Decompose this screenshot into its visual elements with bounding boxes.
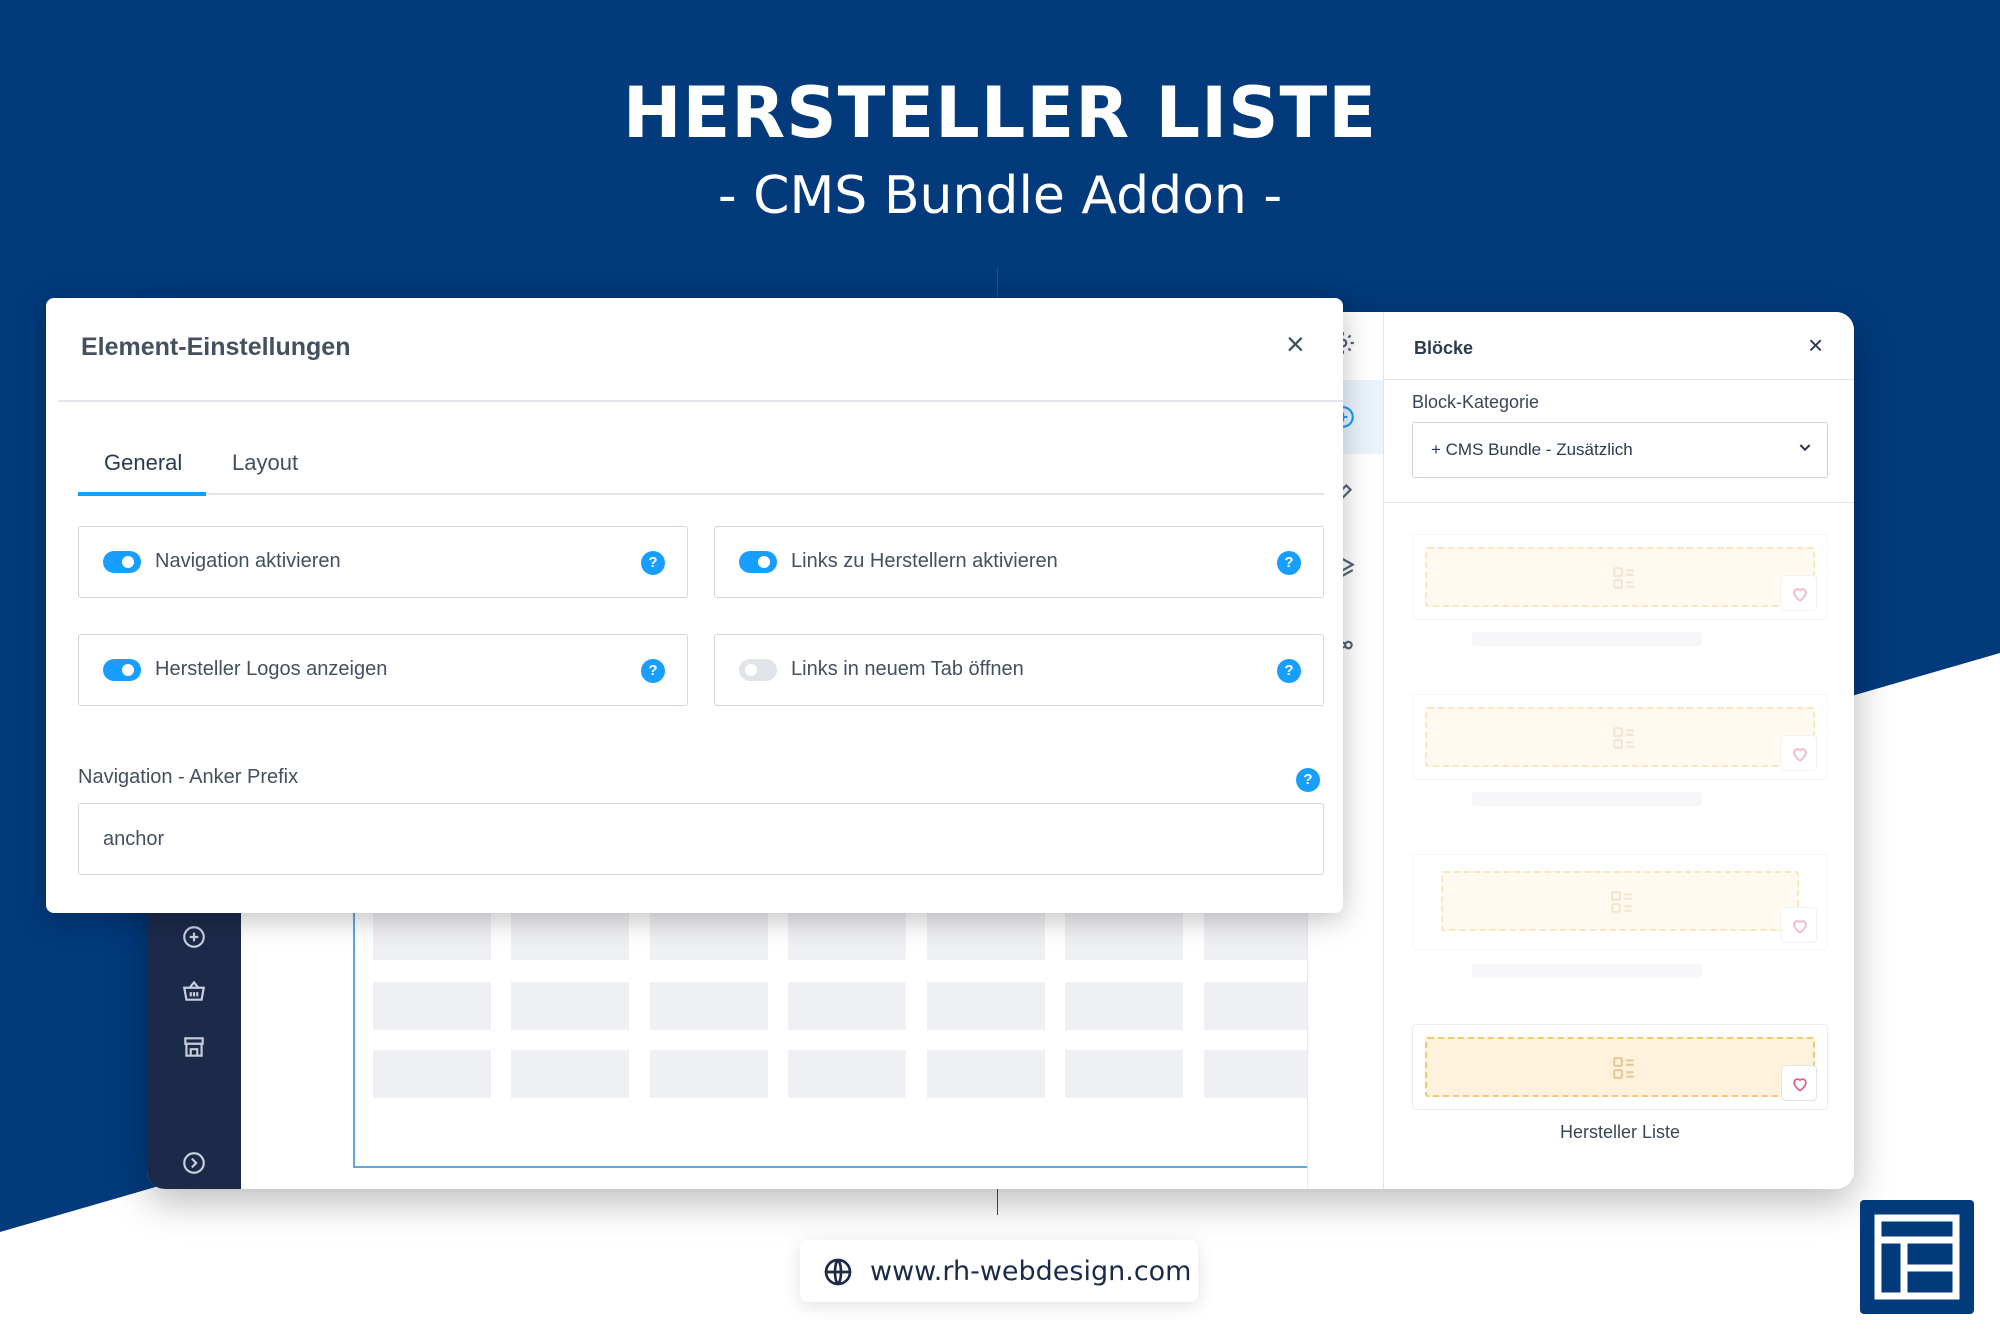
show-logos-toggle[interactable] xyxy=(103,659,141,681)
divider xyxy=(1384,502,1854,503)
plus-circle-icon[interactable] xyxy=(181,924,207,950)
block-category-select[interactable]: + CMS Bundle - Zusätzlich xyxy=(1412,422,1828,478)
blocks-panel-title: Blöcke xyxy=(1414,338,1474,358)
block-preview xyxy=(1425,1037,1815,1097)
logo-placeholder xyxy=(511,982,629,1030)
logo-placeholder xyxy=(1065,1050,1183,1098)
block-category-label: Block-Kategorie xyxy=(1412,392,1540,412)
block-label-placeholder xyxy=(1472,632,1702,646)
logo-placeholder xyxy=(511,1050,629,1098)
logo-placeholder xyxy=(1204,912,1322,960)
help-icon[interactable]: ? xyxy=(1296,768,1320,792)
modal-close-button[interactable]: × xyxy=(1286,328,1305,360)
logo-placeholder xyxy=(927,982,1045,1030)
new-tab-toggle[interactable] xyxy=(739,659,777,681)
website-url: www.rh-webdesign.com xyxy=(870,1256,1192,1287)
option-label: Links in neuem Tab öffnen xyxy=(791,658,1024,680)
globe-icon xyxy=(822,1256,854,1288)
option-show-logos: Hersteller Logos anzeigen ? xyxy=(78,634,688,706)
logo-placeholder xyxy=(788,1050,906,1098)
block-card-label: Hersteller Liste xyxy=(1559,1122,1681,1142)
blocks-panel-header: Blöcke × xyxy=(1384,312,1854,380)
logo-placeholder xyxy=(1204,1050,1322,1098)
option-label: Navigation aktivieren xyxy=(155,550,341,572)
option-navigation-enabled: Navigation aktivieren ? xyxy=(78,526,688,598)
block-label-placeholder xyxy=(1472,964,1702,978)
block-preview xyxy=(1425,547,1815,607)
modal-title: Element-Einstellungen xyxy=(81,333,351,361)
logo-placeholder xyxy=(373,912,491,960)
manufacturer-list-block-frame[interactable] xyxy=(353,872,1383,1168)
connector-line xyxy=(997,1189,998,1215)
logo-placeholder xyxy=(788,912,906,960)
logo-placeholder xyxy=(650,1050,768,1098)
active-tab-indicator xyxy=(78,492,206,496)
help-icon[interactable]: ? xyxy=(641,659,665,683)
store-icon[interactable] xyxy=(181,1034,207,1060)
block-preview xyxy=(1425,707,1815,767)
option-label: Hersteller Logos anzeigen xyxy=(155,658,388,680)
heart-icon[interactable] xyxy=(1781,907,1817,943)
blocks-close-button[interactable]: × xyxy=(1808,332,1823,358)
page-subtitle: - CMS Bundle Addon - xyxy=(717,166,1283,226)
block-category-value: + CMS Bundle - Zusätzlich xyxy=(1431,440,1633,459)
option-new-tab: Links in neuem Tab öffnen ? xyxy=(714,634,1324,706)
element-settings-modal: Element-Einstellungen × General Layout N… xyxy=(46,298,1343,913)
tab-layout[interactable]: Layout xyxy=(232,450,298,476)
help-icon[interactable]: ? xyxy=(641,551,665,575)
block-label-placeholder xyxy=(1472,792,1702,806)
block-grid-icon xyxy=(1611,725,1637,751)
navigation-toggle[interactable] xyxy=(103,551,141,573)
option-label: Links zu Herstellern aktivieren xyxy=(791,550,1058,572)
logo-placeholder xyxy=(1065,912,1183,960)
block-card[interactable] xyxy=(1412,534,1828,620)
tab-general[interactable]: General xyxy=(104,450,182,476)
option-manufacturer-links: Links zu Herstellern aktivieren ? xyxy=(714,526,1324,598)
page-title: HERSTELLER LISTE xyxy=(622,72,1378,154)
anchor-prefix-input[interactable] xyxy=(78,803,1324,875)
block-grid-icon xyxy=(1611,565,1637,591)
block-card[interactable] xyxy=(1412,694,1828,780)
logo-placeholder xyxy=(650,982,768,1030)
logo-placeholder xyxy=(927,1050,1045,1098)
help-icon[interactable]: ? xyxy=(1277,551,1301,575)
layout-icon xyxy=(1874,1214,1960,1300)
block-card-slider[interactable] xyxy=(1412,854,1828,950)
divider xyxy=(58,400,1343,402)
website-badge[interactable]: www.rh-webdesign.com xyxy=(800,1240,1198,1302)
logo-placeholder xyxy=(650,912,768,960)
basket-icon[interactable] xyxy=(181,978,207,1004)
chevron-down-icon xyxy=(1797,439,1813,455)
block-preview xyxy=(1441,871,1799,931)
brand-logo xyxy=(1860,1200,1974,1314)
block-card-manufacturer-list[interactable] xyxy=(1412,1024,1828,1110)
logo-placeholder xyxy=(373,982,491,1030)
heart-icon[interactable] xyxy=(1781,735,1817,771)
anchor-prefix-label: Navigation - Anker Prefix xyxy=(78,766,299,788)
tabs-baseline xyxy=(78,493,1324,495)
logo-placeholder xyxy=(788,982,906,1030)
block-grid-icon xyxy=(1611,1055,1637,1081)
logo-placeholder xyxy=(927,912,1045,960)
logo-placeholder xyxy=(373,1050,491,1098)
logo-placeholder xyxy=(511,912,629,960)
logo-placeholder xyxy=(1204,982,1322,1030)
logo-placeholder xyxy=(1065,982,1183,1030)
expand-sidebar-icon[interactable] xyxy=(181,1150,207,1176)
manufacturer-links-toggle[interactable] xyxy=(739,551,777,573)
heart-icon[interactable] xyxy=(1781,1065,1817,1101)
heart-icon[interactable] xyxy=(1781,575,1817,611)
blocks-panel: Blöcke × Block-Kategorie + CMS Bundle - … xyxy=(1383,312,1854,1189)
help-icon[interactable]: ? xyxy=(1277,659,1301,683)
block-grid-icon xyxy=(1609,889,1635,915)
